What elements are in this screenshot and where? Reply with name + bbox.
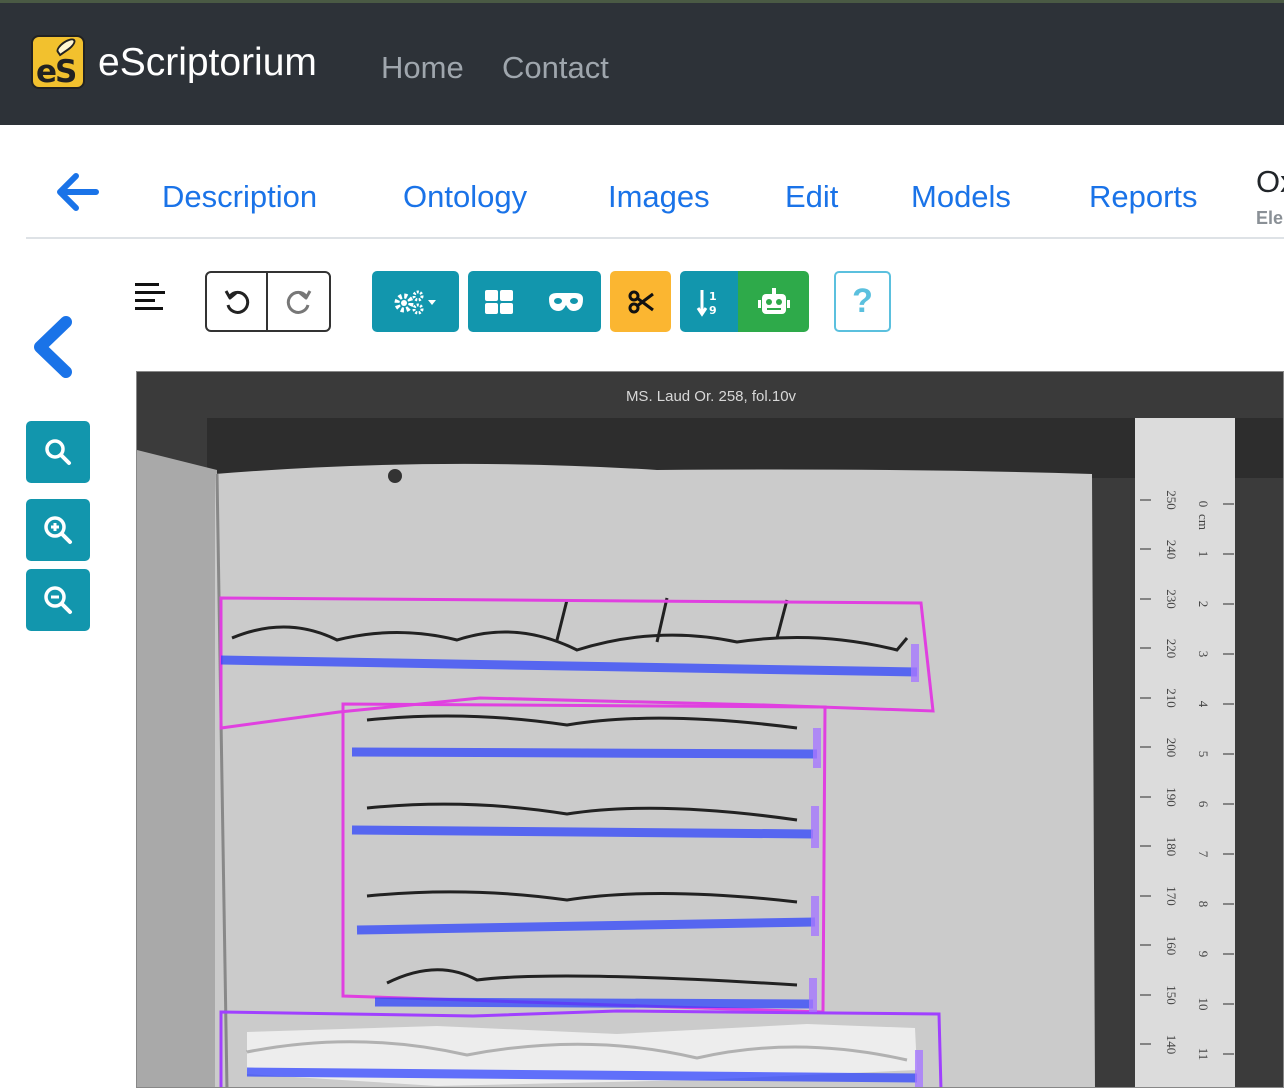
facing-page <box>137 450 217 1087</box>
svg-text:9: 9 <box>709 304 717 317</box>
ruler-mm-label: 210 <box>1164 688 1179 708</box>
tab-description[interactable]: Description <box>162 179 317 215</box>
zoom-in-button[interactable] <box>26 499 90 561</box>
settings-dropdown-button[interactable] <box>372 271 459 332</box>
brand-name[interactable]: eScriptorium <box>98 41 317 85</box>
baseline-3[interactable] <box>351 825 814 839</box>
back-arrow-icon[interactable] <box>56 172 100 212</box>
search-icon <box>45 439 71 465</box>
help-icon: ? <box>852 282 873 320</box>
redo-icon <box>286 289 311 314</box>
view-toggle-group <box>468 271 601 332</box>
top-navbar: eS eScriptorium Home Contact <box>0 0 1284 125</box>
tab-ontology[interactable]: Ontology <box>403 179 527 215</box>
baseline-6[interactable] <box>246 1067 918 1083</box>
chevron-left-icon[interactable] <box>30 316 74 378</box>
ruler-mm-label: 150 <box>1164 985 1179 1005</box>
manuscript-canvas[interactable]: 250 240 230 220 210 200 190 180 170 160 150 140 0 1 2 3… <box>137 410 1284 1088</box>
sort-button[interactable]: 1 9 <box>680 287 738 317</box>
tab-edit[interactable]: Edit <box>785 179 838 215</box>
nav-link-home[interactable]: Home <box>381 50 464 86</box>
undo-icon <box>224 289 249 314</box>
cut-button[interactable] <box>610 271 671 332</box>
ruler-mm-label: 250 <box>1164 490 1179 510</box>
mask-icon[interactable] <box>547 291 585 313</box>
redo-button[interactable] <box>268 273 329 330</box>
escriptorium-logo[interactable]: eS <box>31 35 85 89</box>
tab-reports[interactable]: Reports <box>1089 179 1198 215</box>
measuring-ruler <box>1135 418 1235 1087</box>
image-caption: MS. Laud Or. 258, fol.10v <box>625 388 797 405</box>
nav-link-contact[interactable]: Contact <box>502 50 609 86</box>
tabs-divider <box>26 237 1284 239</box>
ruler-mm-label: 180 <box>1164 837 1179 857</box>
document-subtitle: Ele <box>1256 208 1284 228</box>
ruler-cm-label: 6 <box>1196 801 1211 808</box>
list-icon[interactable] <box>135 283 165 311</box>
baseline-5[interactable] <box>374 997 814 1009</box>
undo-button[interactable] <box>207 273 269 330</box>
ruler-unit-label: cm <box>1196 514 1211 530</box>
image-viewer[interactable]: MS. Laud Or. 258, fol.10v 250 240 230 220 21… <box>136 371 1284 1088</box>
search-button[interactable] <box>26 421 90 483</box>
robot-icon <box>757 287 790 314</box>
manuscript-page <box>215 463 1095 1087</box>
ruler-mm-label: 230 <box>1164 589 1179 609</box>
baseline-2[interactable] <box>351 747 818 759</box>
document-title: Ox <box>1256 164 1284 199</box>
ruler-mm-label: 220 <box>1164 639 1179 659</box>
ruler-cm-label: 2 <box>1196 601 1211 608</box>
ruler-mm-label: 170 <box>1164 886 1179 906</box>
ruler-cm-label: 9 <box>1196 951 1211 958</box>
grid-icon[interactable] <box>484 289 514 315</box>
ruler-mm-label: 200 <box>1164 738 1179 758</box>
sort-icon: 1 9 <box>696 289 717 317</box>
ruler-mm-label: 140 <box>1164 1035 1179 1055</box>
svg-text:1: 1 <box>709 290 717 303</box>
ruler-cm-label: 5 <box>1196 751 1211 758</box>
ruler-cm-label: 4 <box>1196 701 1211 708</box>
ruler-cm-label: 7 <box>1196 851 1211 858</box>
ruler-cm-label: 3 <box>1196 651 1211 658</box>
settings-icon <box>394 290 436 314</box>
undo-redo-group <box>205 271 331 332</box>
logo-text: eS <box>36 54 77 89</box>
scissors-icon <box>628 290 654 313</box>
ruler-mm-label: 240 <box>1164 540 1179 560</box>
order-transcribe-group: 1 9 <box>680 271 809 332</box>
zoom-out-button[interactable] <box>26 569 90 631</box>
zoom-in-icon <box>44 516 72 544</box>
ruler-cm-label: 10 <box>1196 998 1211 1011</box>
ruler-mm-label: 160 <box>1164 936 1179 956</box>
ruler-cm-label: 1 <box>1196 551 1211 558</box>
transcribe-button[interactable] <box>738 287 809 317</box>
tab-models[interactable]: Models <box>911 179 1011 215</box>
tab-images[interactable]: Images <box>608 179 710 215</box>
ruler-cm-label: 0 <box>1196 501 1211 508</box>
ruler-mm-label: 190 <box>1164 787 1179 807</box>
help-button[interactable]: ? <box>834 271 891 332</box>
zoom-out-icon <box>44 586 72 614</box>
ruler-cm-label: 8 <box>1196 901 1211 908</box>
ruler-cm-label: 11 <box>1196 1048 1211 1061</box>
